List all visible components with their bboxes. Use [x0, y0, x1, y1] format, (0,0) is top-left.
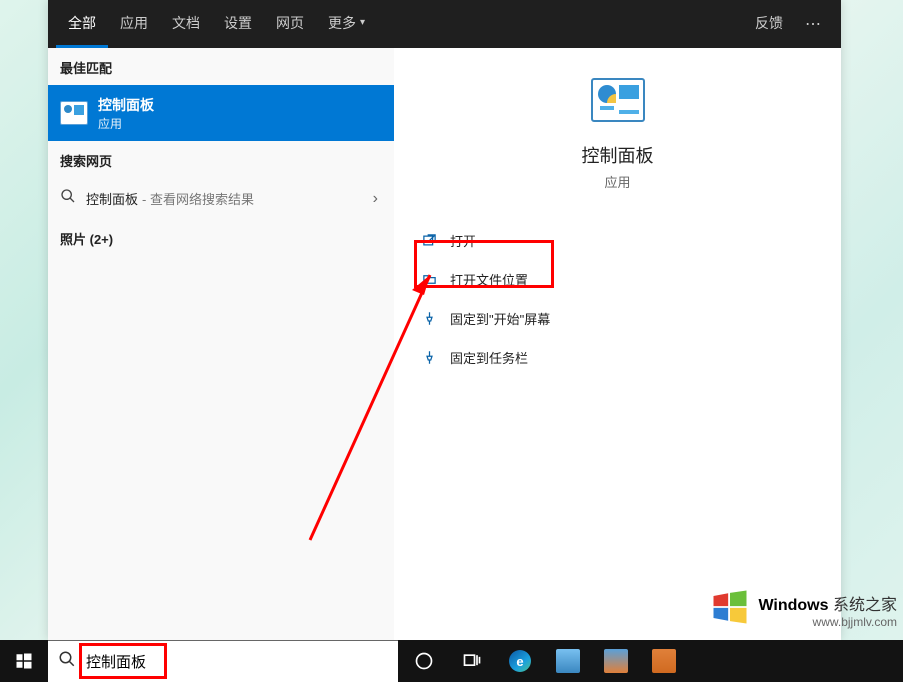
- pin-icon: [420, 311, 438, 326]
- filter-tab-bar: 全部 应用 文档 设置 网页 更多 ▾ 反馈 ⋯: [48, 0, 841, 48]
- action-pin-start[interactable]: 固定到"开始"屏幕: [414, 299, 821, 338]
- search-icon: [58, 650, 76, 673]
- action-pin-start-label: 固定到"开始"屏幕: [450, 309, 550, 328]
- taskbar-app-edge[interactable]: e: [496, 640, 544, 682]
- tab-more[interactable]: 更多 ▾: [316, 0, 377, 48]
- folder-icon: [420, 272, 438, 287]
- tab-apps[interactable]: 应用: [108, 0, 160, 48]
- tab-more-label: 更多: [328, 13, 356, 33]
- taskbar-search-input[interactable]: [86, 641, 398, 682]
- search-icon: [60, 188, 76, 209]
- action-pin-taskbar-label: 固定到任务栏: [450, 348, 528, 367]
- action-open-label: 打开: [450, 231, 476, 250]
- taskbar-search-box[interactable]: [48, 640, 398, 682]
- tab-settings[interactable]: 设置: [212, 0, 264, 48]
- result-preview-pane: 控制面板 应用 打开 打开文件位置: [394, 48, 841, 640]
- taskbar-app-2[interactable]: [592, 640, 640, 682]
- tab-all[interactable]: 全部: [56, 0, 108, 48]
- web-term: 控制面板: [86, 189, 138, 208]
- best-match-result[interactable]: 控制面板 应用: [48, 85, 394, 141]
- watermark-logo-icon: [708, 585, 752, 634]
- tab-docs[interactable]: 文档: [160, 0, 212, 48]
- chevron-down-icon: ▾: [360, 17, 365, 28]
- action-open-location-label: 打开文件位置: [450, 270, 528, 289]
- control-panel-large-icon: [591, 78, 645, 122]
- preview-title: 控制面板: [582, 142, 654, 168]
- feedback-link[interactable]: 反馈: [743, 0, 795, 48]
- watermark: Windows 系统之家 www.bjjmlv.com: [708, 585, 897, 634]
- tab-web[interactable]: 网页: [264, 0, 316, 48]
- chevron-right-icon: ›: [373, 190, 382, 208]
- section-best-match: 最佳匹配: [48, 48, 394, 85]
- watermark-brand: Windows: [758, 597, 828, 614]
- best-match-title: 控制面板: [98, 95, 154, 115]
- control-panel-icon: [60, 101, 88, 125]
- action-open-location[interactable]: 打开文件位置: [414, 260, 821, 299]
- section-search-web: 搜索网页: [48, 141, 394, 178]
- taskbar-app-3[interactable]: [640, 640, 688, 682]
- taskbar: e: [0, 640, 903, 682]
- best-match-subtitle: 应用: [98, 115, 154, 132]
- web-desc: - 查看网络搜索结果: [142, 189, 254, 208]
- section-photos: 照片 (2+): [48, 219, 394, 256]
- preview-subtitle: 应用: [604, 172, 630, 191]
- results-list: 最佳匹配 控制面板 应用 搜索网页 控制面板 - 查看网络搜索结果 ›: [48, 48, 394, 640]
- watermark-suffix: 系统之家: [833, 597, 897, 614]
- action-open[interactable]: 打开: [414, 221, 821, 260]
- taskbar-app-1[interactable]: [544, 640, 592, 682]
- cortana-button[interactable]: [400, 640, 448, 682]
- open-icon: [420, 233, 438, 248]
- action-pin-taskbar[interactable]: 固定到任务栏: [414, 338, 821, 377]
- start-button[interactable]: [0, 640, 48, 682]
- overflow-menu-icon[interactable]: ⋯: [795, 0, 833, 48]
- task-view-button[interactable]: [448, 640, 496, 682]
- search-results-panel: 全部 应用 文档 设置 网页 更多 ▾ 反馈 ⋯ 最佳匹配 控制面板 应用 搜索…: [48, 0, 841, 640]
- watermark-url: www.bjjmlv.com: [758, 615, 897, 629]
- actions-list: 打开 打开文件位置 固定到"开始"屏幕: [414, 221, 821, 377]
- web-search-result[interactable]: 控制面板 - 查看网络搜索结果 ›: [48, 178, 394, 219]
- pin-icon: [420, 350, 438, 365]
